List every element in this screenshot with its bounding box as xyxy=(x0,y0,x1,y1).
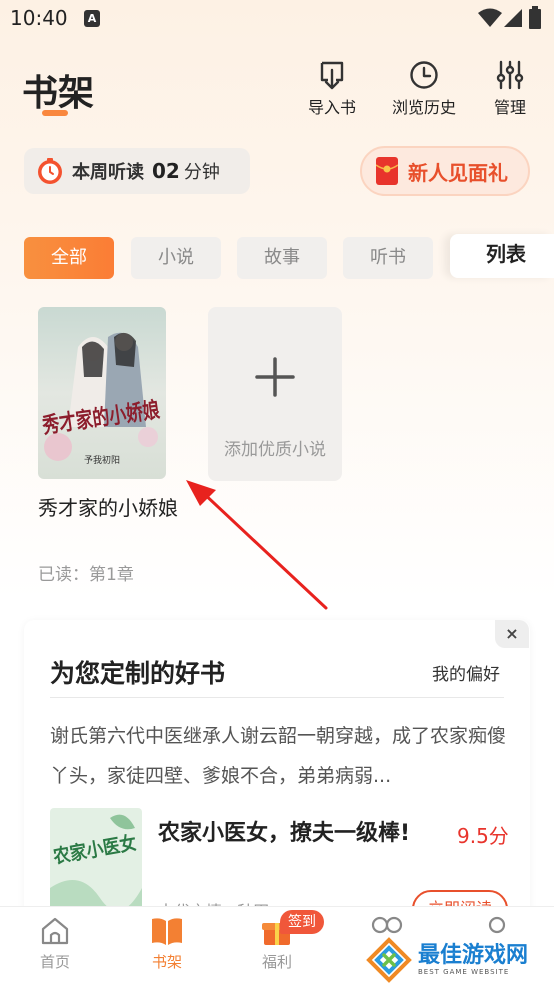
close-recommendation-button[interactable]: × xyxy=(495,620,529,648)
watermark-logo-icon xyxy=(366,937,412,983)
recommendation-title: 为您定制的好书 xyxy=(50,659,226,688)
tab-story[interactable]: 故事 xyxy=(237,237,327,279)
import-book-button[interactable]: 导入书 xyxy=(292,60,372,118)
tab-novel[interactable]: 小说 xyxy=(131,237,221,279)
nav-home-label: 首页 xyxy=(39,953,70,971)
add-book-label: 添加优质小说 xyxy=(224,440,326,460)
listen-unit: 分钟 xyxy=(183,162,220,183)
listen-minutes: 02 xyxy=(152,159,180,183)
notification-icon: A xyxy=(84,10,100,27)
tab-all[interactable]: 全部 xyxy=(24,237,114,279)
nav-bookshelf[interactable]: 书架 xyxy=(127,915,207,972)
import-book-label: 导入书 xyxy=(307,98,356,117)
book-progress: 已读：第1章 xyxy=(38,565,134,585)
red-envelope-icon xyxy=(376,157,398,185)
cover-author-text: 予我初阳 xyxy=(84,454,120,466)
divider xyxy=(50,697,504,698)
title-underline xyxy=(42,110,68,116)
tab-audiobook[interactable]: 听书 xyxy=(343,237,433,279)
manage-label: 管理 xyxy=(493,98,526,117)
new-user-gift-button[interactable]: 新人见面礼 xyxy=(360,146,530,196)
nav-home[interactable]: 首页 xyxy=(15,915,95,972)
nav-welfare-label: 福利 xyxy=(261,953,292,971)
add-book-card[interactable]: 添加优质小说 xyxy=(208,307,342,481)
gift-label: 新人见面礼 xyxy=(408,160,508,185)
history-label: 浏览历史 xyxy=(391,98,456,117)
site-watermark: 最佳游戏网 BEST GAME WEBSITE xyxy=(366,936,554,984)
status-time: 10:40 xyxy=(10,6,68,30)
page-title: 书架 xyxy=(22,73,95,114)
recommended-book-score: 9.5分 xyxy=(457,824,509,848)
history-clock-icon xyxy=(410,61,438,89)
wifi-icon xyxy=(478,8,502,32)
import-icon xyxy=(320,61,344,90)
watermark-name: 最佳游戏网 xyxy=(418,943,529,968)
bookshelf-icon xyxy=(152,918,182,945)
plus-icon xyxy=(255,357,295,397)
list-view-toggle[interactable]: 列表 xyxy=(450,234,554,278)
recommendation-description[interactable]: 谢氏第六代中医继承人谢云韶一朝穿越，成了农家痴傻丫头，家徒四壁、爹娘不合，弟弟病… xyxy=(50,716,510,796)
my-preference-link[interactable]: 我的偏好 xyxy=(432,660,500,685)
sign-in-badge: 签到 xyxy=(280,910,324,934)
recommended-book-title[interactable]: 农家小医女，撩夫一级棒! xyxy=(158,818,418,850)
timer-icon xyxy=(38,158,62,184)
book-title[interactable]: 秀才家的小娇娘 xyxy=(38,492,178,524)
red-arrow-annotation xyxy=(180,476,330,616)
recommended-book-cover[interactable]: 农家小医女 xyxy=(50,808,142,918)
manage-button[interactable]: 管理 xyxy=(470,60,550,118)
home-icon xyxy=(41,917,69,945)
signal-icon xyxy=(504,8,522,32)
sliders-icon xyxy=(496,60,524,90)
battery-icon xyxy=(528,6,542,34)
watermark-sub: BEST GAME WEBSITE xyxy=(418,968,510,976)
book-cover[interactable]: 秀才家的小娇娘 予我初阳 xyxy=(38,307,166,479)
weekly-listen-stat[interactable]: 本周听读 02 分钟 xyxy=(24,148,250,194)
listen-label: 本周听读 xyxy=(72,162,144,183)
history-button[interactable]: 浏览历史 xyxy=(384,60,464,118)
nav-bookshelf-label: 书架 xyxy=(151,953,182,971)
